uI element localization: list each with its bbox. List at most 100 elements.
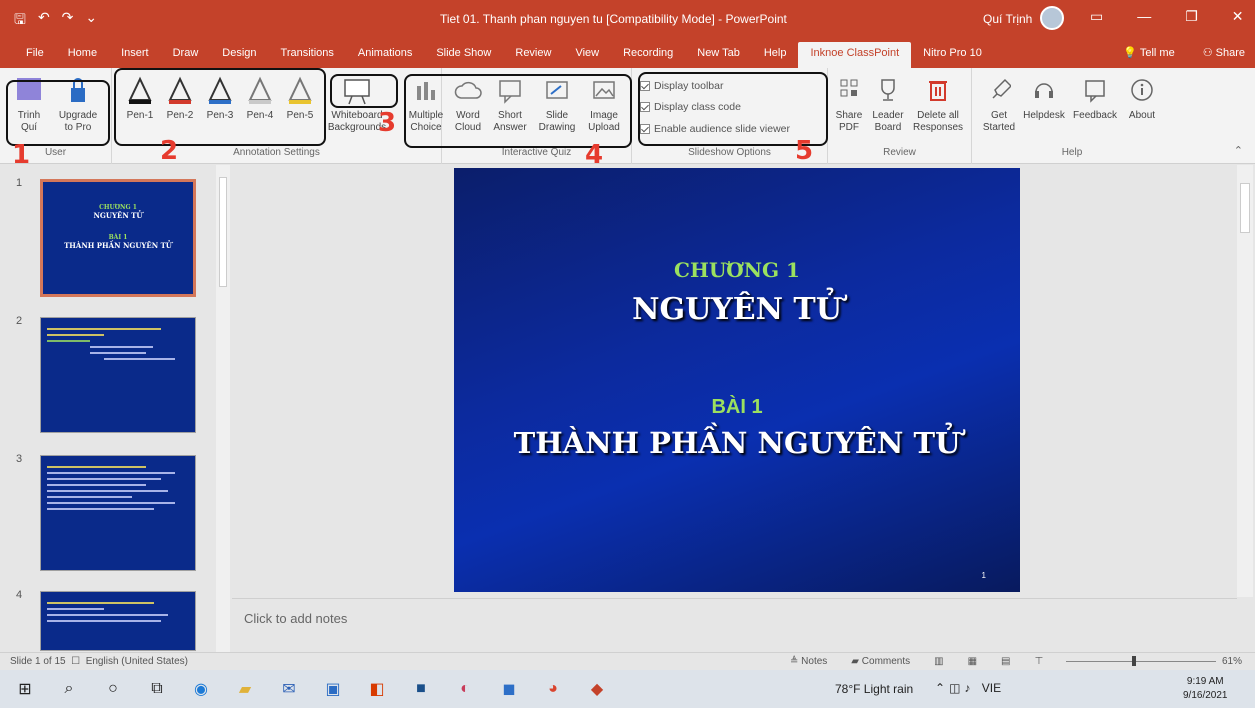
qr-icon bbox=[840, 79, 858, 97]
reading-view-icon[interactable]: ▤ bbox=[1001, 656, 1010, 667]
get-started-button[interactable]: Get Started bbox=[982, 76, 1016, 134]
tab-animations[interactable]: Animations bbox=[346, 42, 424, 68]
delete-all-responses-button[interactable]: Delete all Responses bbox=[910, 76, 966, 134]
helpdesk-button[interactable]: Helpdesk bbox=[1020, 76, 1068, 122]
status-bar: Slide 1 of 15 ☐ English (United States) … bbox=[0, 652, 1255, 670]
minimize-icon[interactable]: — bbox=[1137, 8, 1151, 25]
slide-thumbnail-pane: 1 CHƯƠNG 1 NGUYÊN TỬ BÀI 1 THÀNH PHẦN NG… bbox=[0, 165, 232, 652]
tab-view[interactable]: View bbox=[563, 42, 611, 68]
thumbnail-number: 4 bbox=[16, 589, 23, 601]
avatar[interactable] bbox=[1040, 6, 1064, 30]
undo-icon[interactable]: ↶ bbox=[38, 9, 50, 33]
slide-thumbnail-1[interactable]: CHƯƠNG 1 NGUYÊN TỬ BÀI 1 THÀNH PHẦN NGUY… bbox=[40, 179, 196, 297]
user-name[interactable]: Quí Trịnh bbox=[983, 12, 1032, 26]
thumbnail-scrollbar[interactable] bbox=[216, 165, 230, 652]
slide-thumbnail-3[interactable] bbox=[40, 455, 196, 571]
meeting-icon[interactable]: ◼ bbox=[498, 678, 520, 700]
windows-start-icon[interactable]: ⊞ bbox=[14, 678, 36, 700]
chevron-up-icon[interactable]: ⌃ bbox=[935, 681, 949, 695]
zoom-level[interactable]: 61% bbox=[1222, 656, 1242, 667]
tab-review[interactable]: Review bbox=[503, 42, 563, 68]
feedback-button[interactable]: Feedback bbox=[1070, 76, 1120, 122]
tab-design[interactable]: Design bbox=[210, 42, 268, 68]
tab-nitro-pro[interactable]: Nitro Pro 10 bbox=[911, 42, 994, 68]
office-icon[interactable]: ◧ bbox=[366, 678, 388, 700]
zoom-slider[interactable] bbox=[1066, 656, 1216, 666]
headset-icon bbox=[1035, 83, 1053, 98]
photos-icon[interactable]: ◐ bbox=[454, 678, 476, 700]
taskbar: ⊞ ⌕ ○ ⧉ ◉ ▰ ✉ ▣ ◧ ■ ◐ ◼ ◕ ◆ 78°F Light r… bbox=[0, 670, 1255, 708]
app-icon[interactable]: ■ bbox=[410, 678, 432, 700]
weather-widget[interactable]: 78°F Light rain bbox=[835, 682, 913, 696]
info-icon bbox=[1131, 79, 1153, 101]
share-pdf-button[interactable]: Share PDF bbox=[832, 76, 866, 134]
about-button[interactable]: About bbox=[1122, 76, 1162, 122]
language-status[interactable]: English (United States) bbox=[86, 656, 188, 667]
trash-icon bbox=[929, 81, 947, 101]
mail-icon[interactable]: ✉ bbox=[278, 678, 300, 700]
notes-pane[interactable]: Click to add notes bbox=[232, 598, 1237, 652]
tab-help[interactable]: Help bbox=[752, 42, 799, 68]
slide-chapter: CHƯƠNG 1 bbox=[674, 258, 800, 282]
powerpoint-icon[interactable]: ◆ bbox=[586, 678, 608, 700]
annotation-number-5: 5 bbox=[795, 136, 814, 166]
slide-thumbnail-2[interactable] bbox=[40, 317, 196, 433]
clock[interactable]: 9:19 AM 9/16/2021 bbox=[1183, 675, 1228, 703]
group-review: Share PDF Leader Board Delete all Responses… bbox=[828, 68, 972, 164]
chrome-icon[interactable]: ◕ bbox=[542, 678, 564, 700]
comments-button[interactable]: ▰ Comments bbox=[851, 656, 910, 667]
tell-me-search[interactable]: 💡 Tell me bbox=[1123, 46, 1174, 59]
slide-lesson: BÀI 1 bbox=[711, 396, 763, 418]
zoom-thumb[interactable] bbox=[1131, 656, 1136, 666]
tab-inknoe-classpoint[interactable]: Inknoe ClassPoint bbox=[798, 42, 912, 68]
slide-thumbnail-4[interactable] bbox=[40, 591, 196, 651]
save-icon[interactable]: 🖫 bbox=[14, 9, 26, 33]
slide-page-number: 1 bbox=[981, 571, 986, 580]
slideshow-icon[interactable]: ⊤ bbox=[1035, 656, 1044, 667]
tab-new-tab[interactable]: New Tab bbox=[685, 42, 752, 68]
tab-recording[interactable]: Recording bbox=[611, 42, 685, 68]
input-language[interactable]: VIE bbox=[982, 681, 1001, 695]
network-icon[interactable]: ◫ bbox=[949, 681, 964, 695]
title-bar: 🖫 ↶ ↷ ⌄ Tiet 01. Thanh phan nguyen tu [C… bbox=[0, 0, 1255, 42]
task-view-icon[interactable]: ⧉ bbox=[146, 678, 168, 700]
tab-file[interactable]: File bbox=[14, 42, 56, 68]
lightbulb-icon: 💡 bbox=[1123, 47, 1137, 59]
editor-scrollbar[interactable] bbox=[1237, 165, 1253, 597]
annotation-box-whiteboard bbox=[330, 74, 398, 108]
system-tray[interactable]: ⌃◫♪ VIE bbox=[935, 681, 1001, 695]
restore-icon[interactable]: ❐ bbox=[1185, 8, 1198, 25]
redo-icon[interactable]: ↷ bbox=[62, 9, 74, 33]
notes-button[interactable]: ≜ Notes bbox=[790, 656, 827, 667]
quick-access-toolbar: 🖫 ↶ ↷ ⌄ bbox=[14, 9, 97, 33]
customize-icon[interactable]: ⌄ bbox=[85, 9, 97, 33]
notes-placeholder: Click to add notes bbox=[244, 611, 348, 626]
store-icon[interactable]: ▣ bbox=[322, 678, 344, 700]
tab-slide-show[interactable]: Slide Show bbox=[424, 42, 503, 68]
close-icon[interactable]: ✕ bbox=[1232, 8, 1244, 25]
leader-board-button[interactable]: Leader Board bbox=[868, 76, 908, 134]
thumbnail-number: 1 bbox=[16, 177, 23, 189]
slide-count: Slide 1 of 15 bbox=[10, 656, 66, 667]
ribbon-display-icon[interactable]: ▭ bbox=[1090, 8, 1103, 25]
volume-icon[interactable]: ♪ bbox=[964, 681, 974, 695]
file-explorer-icon[interactable]: ▰ bbox=[234, 678, 256, 700]
slide-sorter-icon[interactable]: ▦ bbox=[968, 656, 977, 667]
annotation-number-2: 2 bbox=[160, 136, 179, 166]
current-slide[interactable]: CHƯƠNG 1 NGUYÊN TỬ BÀI 1 THÀNH PHẦN NGUY… bbox=[454, 168, 1020, 592]
cortana-icon[interactable]: ○ bbox=[102, 678, 124, 700]
trophy-icon bbox=[881, 79, 895, 101]
tab-home[interactable]: Home bbox=[56, 42, 109, 68]
normal-view-icon[interactable]: ▥ bbox=[934, 656, 943, 667]
tab-draw[interactable]: Draw bbox=[161, 42, 211, 68]
edge-icon[interactable]: ◉ bbox=[190, 678, 212, 700]
tab-transitions[interactable]: Transitions bbox=[269, 42, 346, 68]
annotation-box-slideshow bbox=[638, 72, 828, 146]
share-button[interactable]: ⚇ Share bbox=[1203, 46, 1245, 59]
comment-icon: ▰ bbox=[851, 656, 859, 667]
search-icon[interactable]: ⌕ bbox=[58, 678, 80, 700]
spellcheck-icon[interactable]: ☐ bbox=[71, 656, 80, 667]
person-icon: ⚇ bbox=[1202, 47, 1213, 59]
tab-insert[interactable]: Insert bbox=[109, 42, 161, 68]
collapse-ribbon-icon[interactable]: ⌃ bbox=[1234, 144, 1243, 157]
